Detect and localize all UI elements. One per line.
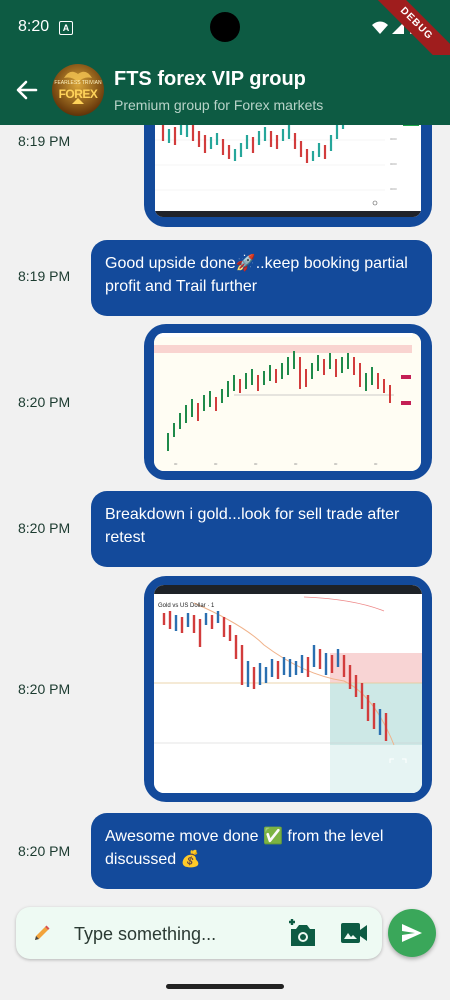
svg-text:00: 00	[174, 462, 178, 466]
image-message[interactable]: Gold vs US Dollar · 1	[144, 576, 432, 802]
svg-text:0000: 0000	[390, 137, 397, 141]
message-time: 8:19 PM	[18, 133, 71, 149]
candlestick-chart-range: 00 00 00 00 00 00	[154, 333, 421, 471]
message-composer	[16, 907, 382, 959]
camera-cutout	[210, 12, 240, 42]
group-subtitle: Premium group for Forex markets	[114, 97, 324, 113]
app-bar: FEARLESS TRIVIAN FOREX FTS forex VIP gro…	[0, 55, 450, 125]
message-input[interactable]	[72, 919, 286, 949]
send-icon	[402, 924, 422, 942]
text-message[interactable]: Breakdown i gold...look for sell trade a…	[91, 491, 432, 567]
add-photo-icon[interactable]	[286, 919, 318, 947]
group-avatar[interactable]: FEARLESS TRIVIAN FOREX	[52, 64, 104, 116]
message-time: 8:20 PM	[18, 843, 71, 859]
gold-vs-us-dollar-chart: Gold vs US Dollar · 1	[154, 585, 422, 793]
back-button[interactable]	[12, 75, 42, 105]
candlestick-chart-uptrend: 0000000000000000	[155, 125, 421, 217]
chart-caption: Gold vs US Dollar · 1	[158, 603, 215, 609]
message-text: Awesome move done ✅ from the level discu…	[105, 828, 384, 868]
chart-image[interactable]: Gold vs US Dollar · 1	[154, 585, 422, 793]
message-list[interactable]: 8:19 PM 0000 0000 0000 8:19 PM Good upsi…	[0, 125, 450, 900]
image-message[interactable]: 00 00 00 00 00 00	[144, 324, 432, 480]
svg-text:00: 00	[374, 462, 378, 466]
svg-text:0000: 0000	[390, 187, 397, 191]
image-message[interactable]: 0000000000000000	[144, 125, 432, 227]
message-time: 8:20 PM	[18, 394, 71, 410]
video-gallery-icon[interactable]	[340, 921, 368, 945]
message-time: 8:20 PM	[18, 681, 71, 697]
arrow-left-icon	[16, 80, 38, 100]
chart-image[interactable]: 00 00 00 00 00 00	[154, 333, 421, 471]
svg-text:00: 00	[294, 462, 298, 466]
notification-app-icon: A	[59, 21, 73, 35]
text-message[interactable]: Good upside done🚀..keep booking partial …	[91, 240, 432, 316]
message-text: Breakdown i gold...look for sell trade a…	[105, 506, 400, 546]
text-message[interactable]: Awesome move done ✅ from the level discu…	[91, 813, 432, 889]
avatar-tagline: FEARLESS TRIVIAN	[54, 80, 102, 86]
message-text: Good upside done🚀..keep booking partial …	[105, 255, 408, 295]
send-button[interactable]	[388, 909, 436, 957]
svg-text:00: 00	[254, 462, 258, 466]
status-bar: 8:20 A DEBUG	[0, 0, 450, 81]
svg-text:00: 00	[334, 462, 338, 466]
svg-text:00: 00	[214, 462, 218, 466]
group-title[interactable]: FTS forex VIP group	[114, 68, 306, 91]
message-time: 8:20 PM	[18, 520, 71, 536]
svg-text:0000: 0000	[390, 162, 397, 166]
avatar-brand: FOREX	[58, 87, 98, 101]
home-indicator[interactable]	[166, 984, 284, 989]
status-time: 8:20	[18, 18, 50, 35]
message-time: 8:19 PM	[18, 268, 71, 284]
pencil-icon	[35, 925, 50, 940]
chart-image[interactable]: 0000000000000000	[155, 125, 421, 217]
